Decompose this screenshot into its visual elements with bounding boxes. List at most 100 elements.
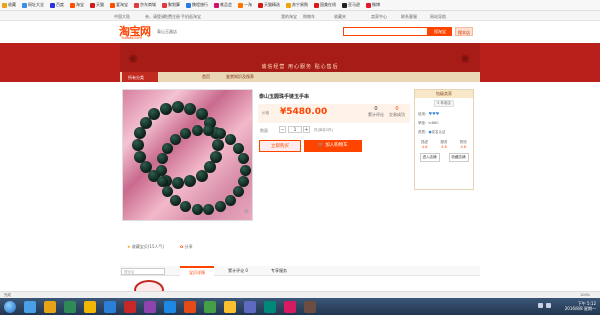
bead (239, 164, 251, 176)
contact-link[interactable]: 联系客服 (401, 14, 417, 20)
favorite-link[interactable]: 微博 (366, 2, 380, 8)
add-to-cart-label: 加入购物车 (325, 143, 348, 148)
favorite-link[interactable]: 收藏 (2, 2, 16, 8)
price-value: ¥5480.00 (280, 107, 328, 117)
taskbar-app-icon[interactable] (24, 300, 36, 313)
taskbar-app-icon[interactable] (244, 300, 256, 313)
subnav-home[interactable]: 首页 (202, 74, 210, 80)
category-menu[interactable]: 所有分类 (122, 72, 158, 82)
owner-label: 掌柜： (418, 121, 429, 125)
reviews-stat[interactable]: 0 累计评论 (366, 106, 386, 118)
seller-center-link[interactable]: 卖家中心 (371, 14, 387, 20)
bead (191, 204, 203, 216)
quantity-increase-button[interactable]: + (303, 126, 310, 133)
search-shop-button[interactable]: 搜本店 (455, 27, 473, 36)
favorite-link[interactable]: 苏宁易购 (286, 2, 308, 8)
taskbar-app-icon[interactable] (224, 300, 236, 313)
score-description: 描述 4.8 (421, 140, 428, 149)
taskbar-app-icon[interactable] (64, 300, 76, 313)
mobile-link[interactable]: 手机逛淘宝 (181, 14, 201, 20)
taskbar-app-icon[interactable] (184, 300, 196, 313)
taskbar-app-icon[interactable] (304, 300, 316, 313)
my-taobao-link[interactable]: 我的淘宝 (281, 14, 297, 20)
taskbar-app-icon[interactable] (84, 300, 96, 313)
site-favicon-icon (134, 2, 139, 8)
search-input[interactable] (343, 27, 428, 36)
enter-shop-button[interactable]: 进入店铺 (419, 153, 440, 162)
owner-name[interactable]: tc880 (429, 121, 439, 125)
taskbar-app-icon[interactable] (284, 300, 296, 313)
taskbar-app-icon[interactable] (44, 300, 56, 313)
favorite-link[interactable]: 聚划算 (162, 2, 180, 8)
start-button-icon[interactable] (4, 300, 16, 313)
clock-date: 2016/8/8 星期一 (564, 306, 596, 311)
taskbar-app-icon[interactable] (264, 300, 276, 313)
tab-services[interactable]: 专享服务 (262, 266, 296, 276)
favorite-link[interactable]: 天猫 (90, 2, 104, 8)
favorites-bar: 收藏 网址大全 百度 淘宝 天猫 爱淘宝 京东商城 聚划算 携程旅行 唯品会 一淘 天猫精选 苏宁易购 国… (0, 0, 600, 11)
favorite-shop-button[interactable]: 收藏店铺 (448, 153, 469, 162)
shop-name[interactable]: 泰山玉器店 (157, 29, 177, 35)
site-favicon-icon (186, 2, 191, 8)
cart-link[interactable]: 购物车 (303, 14, 315, 20)
favorite-link[interactable]: 网址大全 (22, 2, 44, 8)
subnav-knowledge[interactable]: 鉴赏知识及保养 (226, 74, 254, 80)
register-link[interactable]: 免费注册 (164, 14, 180, 20)
cart-icon: 🛒 (318, 143, 324, 148)
product-title: 泰山玉圆珠手链玉手串 (259, 94, 310, 100)
taskbar-app-icon[interactable] (144, 300, 156, 313)
volume-icon[interactable] (546, 303, 551, 308)
bead (169, 134, 181, 146)
bead (203, 204, 215, 216)
site-favicon-icon (214, 2, 219, 8)
favorite-link[interactable]: 京东商城 (134, 2, 156, 8)
taskbar-app-icon[interactable] (204, 300, 216, 313)
favorite-link[interactable]: 天猫精选 (258, 2, 280, 8)
shop-search-input[interactable]: 搜全店 (121, 268, 165, 275)
buy-now-button[interactable]: 立即购买 (259, 140, 301, 152)
region-selector[interactable]: 中国大陆 (114, 14, 130, 20)
bead (191, 124, 203, 136)
site-header: 淘宝网 Taobao.com 泰山玉器店 搜淘宝 搜本店 (0, 21, 600, 43)
bead (155, 164, 167, 176)
favorite-link[interactable]: 一淘 (238, 2, 252, 8)
bead (214, 200, 226, 212)
reviews-label: 累计评论 (368, 112, 384, 117)
favorite-link[interactable]: 国美在线 (314, 2, 336, 8)
search-taobao-button[interactable]: 搜淘宝 (428, 27, 452, 36)
zoom-icon[interactable]: ⊕ (244, 208, 249, 215)
bead (157, 175, 169, 187)
product-image[interactable] (122, 89, 253, 221)
login-link[interactable]: 亲，请登录 (145, 14, 165, 20)
score-value: 4.8 (441, 145, 447, 149)
favorite-label: 网址大全 (28, 2, 44, 7)
taskbar-app-icon[interactable] (124, 300, 136, 313)
site-favicon-icon (162, 2, 167, 8)
star-icon: ★ (127, 244, 131, 249)
taskbar-app-icon[interactable] (164, 300, 176, 313)
top-nav: 中国大陆 亲，请登录 免费注册 手机逛淘宝 我的淘宝 购物车 收藏夹 卖家中心 … (0, 11, 600, 21)
quantity-decrease-button[interactable]: − (279, 126, 286, 133)
tab-reviews[interactable]: 累计评论 0 (220, 266, 256, 276)
share-link[interactable]: ✿ 分享 (180, 244, 193, 250)
quantity-input[interactable]: 1 (288, 126, 302, 133)
network-icon[interactable] (538, 303, 543, 308)
favorite-link[interactable]: 爱淘宝 (110, 2, 128, 8)
favorite-link[interactable]: 淘宝 (70, 2, 84, 8)
clock[interactable]: 下午 5:12 2016/8/8 星期一 (565, 301, 596, 311)
favorite-label: 京东商城 (140, 2, 156, 7)
taskbar-app-icon[interactable] (104, 300, 116, 313)
zoom-level[interactable]: 100% (580, 293, 590, 297)
favorites-link[interactable]: 收藏夹 (334, 14, 346, 20)
favorite-link[interactable]: 唯品会 (214, 2, 232, 8)
favorite-link[interactable]: 亚马逊 (342, 2, 360, 8)
add-to-cart-button[interactable]: 🛒 加入购物车 (304, 140, 362, 152)
score-value: 4.8 (421, 145, 428, 149)
sitemap-link[interactable]: 网站导航 (430, 14, 446, 20)
favorite-item-link[interactable]: ★ 收藏宝贝(15人气) (127, 244, 164, 250)
favorite-link[interactable]: 百度 (50, 2, 64, 8)
site-favicon-icon (342, 2, 347, 8)
favorite-link[interactable]: 携程旅行 (186, 2, 208, 8)
tab-item-details[interactable]: 宝贝详情 (180, 266, 214, 276)
seller-header: 钻级卖家 (415, 90, 473, 98)
